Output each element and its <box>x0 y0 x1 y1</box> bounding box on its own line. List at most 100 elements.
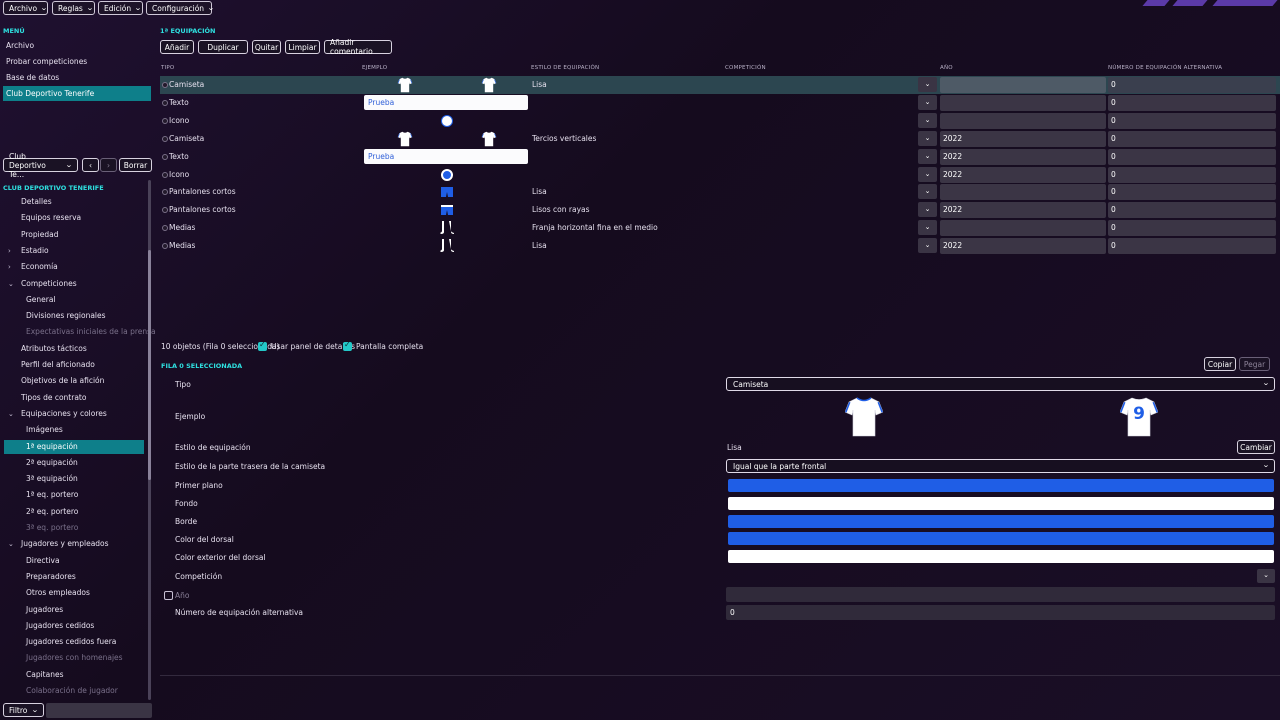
row-alt[interactable]: 0 <box>1108 166 1276 183</box>
sidebar-tree-item[interactable]: Jugadores y empleados <box>21 537 109 551</box>
competicion-dropdown[interactable]: ⌄ <box>1257 569 1275 583</box>
color-dorsal-color[interactable] <box>728 532 1274 545</box>
club-select[interactable]: Club Deportivo Te... ⌄ <box>3 152 78 179</box>
row-anio[interactable] <box>940 77 1106 93</box>
sidebar-tree-item[interactable]: Colaboración de jugador <box>26 684 118 698</box>
pegar-button[interactable]: Pegar <box>1239 357 1270 371</box>
menu-3[interactable]: Edición ⌄ <box>98 1 143 15</box>
sidebar-tree-item[interactable]: Directiva <box>26 554 60 568</box>
tipo-select[interactable]: Camiseta ⌄ <box>726 377 1275 391</box>
primer-plano-color[interactable] <box>728 479 1274 492</box>
sidebar-tree-item[interactable]: Jugadores con homenajes <box>26 651 123 665</box>
competicion-dropdown[interactable]: ⌄ <box>918 77 937 92</box>
sidebar-tree-item[interactable]: 2ª equipación <box>26 456 78 470</box>
borrar-button[interactable]: Borrar <box>119 158 152 172</box>
table-row[interactable]: Medias Franja horizontal fina en el medio… <box>160 219 1280 237</box>
sidebar-tree-item[interactable]: General <box>26 293 56 307</box>
row-alt[interactable]: 0 <box>1108 77 1276 93</box>
row-radio[interactable] <box>162 135 168 142</box>
row-alt[interactable]: 0 <box>1108 148 1276 165</box>
menu-4[interactable]: Configuración ⌄ <box>146 1 215 15</box>
sidebar-tree-item[interactable]: Competiciones <box>21 277 77 291</box>
sidebar-tree-item[interactable]: Imágenes <box>26 423 63 437</box>
row-anio[interactable]: 2022 <box>940 238 1106 255</box>
row-alt[interactable]: 0 <box>1108 184 1276 201</box>
row-alt[interactable]: 0 <box>1108 112 1276 129</box>
row-alt[interactable]: 0 <box>1108 202 1276 219</box>
sidebar-tree-item[interactable]: Detalles <box>21 195 52 209</box>
row-anio[interactable]: 2022 <box>940 130 1106 147</box>
sidebar-tree-item[interactable]: Perfil del aficionado <box>21 358 95 372</box>
sidebar-tree-item[interactable]: Objetivos de la afición <box>21 374 104 388</box>
sidebar-tree-item[interactable]: 2ª eq. portero <box>26 505 78 519</box>
competicion-dropdown[interactable]: ⌄ <box>918 202 937 218</box>
anio-checkbox[interactable] <box>164 591 173 600</box>
menu-1[interactable]: Archivo ⌄ <box>3 1 48 15</box>
table-row[interactable]: Camiseta Tercios verticales ⌄ 2022 0 <box>160 130 1280 148</box>
table-row[interactable]: Icono ⌄ 0 <box>160 112 1280 130</box>
forward-button[interactable]: › <box>100 158 117 172</box>
competicion-dropdown[interactable]: ⌄ <box>918 94 937 110</box>
row-anio[interactable]: 2022 <box>940 148 1106 165</box>
cambiar-button[interactable]: Cambiar <box>1237 440 1275 454</box>
competicion-dropdown[interactable]: ⌄ <box>918 184 937 200</box>
copiar-button[interactable]: Copiar <box>1204 357 1236 371</box>
table-row[interactable]: Texto Prueba ⌄ 2022 0 <box>160 148 1280 166</box>
filter-input[interactable] <box>46 703 152 718</box>
sidebar-tree-item[interactable]: Tipos de contrato <box>21 391 86 405</box>
sidebar-tree-item[interactable]: 1ª equipación <box>4 439 144 454</box>
sidebar-tree-item[interactable]: Equipaciones y colores <box>21 407 107 421</box>
row-anio[interactable] <box>940 184 1106 201</box>
trasera-select[interactable]: Igual que la parte frontal ⌄ <box>726 459 1275 473</box>
competicion-dropdown[interactable]: ⌄ <box>918 148 937 164</box>
competicion-dropdown[interactable]: ⌄ <box>918 220 937 236</box>
menu-2[interactable]: Reglas ⌄ <box>52 1 95 15</box>
borde-color[interactable] <box>728 515 1274 528</box>
row-radio[interactable] <box>162 117 168 124</box>
toolbar-button[interactable]: Quitar <box>252 40 281 54</box>
row-text-field[interactable]: Prueba <box>364 148 528 164</box>
row-radio[interactable] <box>162 171 168 178</box>
sidebar-tree-item[interactable]: Otros empleados <box>26 586 90 600</box>
sidebar-scroll-thumb[interactable] <box>148 250 151 480</box>
sidebar-tree-item[interactable]: 3ª equipación <box>26 472 78 486</box>
sidebar-tree-item[interactable]: Propiedad <box>21 228 58 242</box>
sidebar-tree-item[interactable]: Divisiones regionales <box>26 309 106 323</box>
pantalla-completa-checkbox[interactable] <box>343 340 352 351</box>
chevron-down-icon[interactable]: ⌄ <box>8 410 14 418</box>
sidebar-tree-item[interactable]: Equipos reserva <box>21 211 81 225</box>
row-radio[interactable] <box>162 243 168 250</box>
row-alt[interactable]: 0 <box>1108 238 1276 255</box>
chevron-down-icon[interactable]: ⌄ <box>8 280 14 288</box>
row-radio[interactable] <box>162 207 168 214</box>
row-alt[interactable]: 0 <box>1108 220 1276 237</box>
row-anio[interactable]: 2022 <box>940 202 1106 219</box>
row-radio[interactable] <box>162 99 168 106</box>
anio-field[interactable] <box>726 587 1275 602</box>
competicion-dropdown[interactable]: ⌄ <box>918 166 937 182</box>
row-anio[interactable] <box>940 220 1106 237</box>
usar-panel-checkbox[interactable] <box>258 340 267 351</box>
row-radio[interactable] <box>162 153 168 160</box>
sidebar-tree-item[interactable]: Jugadores cedidos fuera <box>26 635 116 649</box>
row-text-field[interactable]: Prueba <box>364 94 528 110</box>
table-row[interactable]: Medias Lisa ⌄ 2022 0 <box>160 237 1280 255</box>
filtro-select[interactable]: Filtro ⌄ <box>3 703 44 717</box>
chevron-right-icon[interactable]: › <box>8 263 11 271</box>
row-anio[interactable] <box>940 94 1106 111</box>
table-row[interactable]: Pantalones cortos Lisos con rayas ⌄ 2022 0 <box>160 201 1280 219</box>
row-anio[interactable]: 2022 <box>940 166 1106 183</box>
sidebar-tree-item[interactable]: Capitanes <box>26 668 64 682</box>
row-alt[interactable]: 0 <box>1108 94 1276 111</box>
toolbar-button[interactable]: Añadir <box>160 40 194 54</box>
competicion-dropdown[interactable]: ⌄ <box>918 130 937 146</box>
sidebar-tree-item[interactable]: Estadio <box>21 244 49 258</box>
table-row[interactable]: Texto Prueba ⌄ 0 <box>160 94 1280 112</box>
sidebar-tree-item[interactable]: Jugadores <box>26 603 63 617</box>
chevron-down-icon[interactable]: ⌄ <box>8 540 14 548</box>
row-anio[interactable] <box>940 112 1106 129</box>
sidebar-tree-item[interactable]: Atributos tácticos <box>21 342 87 356</box>
sidebar-tree-item[interactable]: Economía <box>21 260 58 274</box>
row-radio[interactable] <box>162 189 168 196</box>
sidebar-menu-item[interactable]: Probar competiciones <box>3 54 151 69</box>
